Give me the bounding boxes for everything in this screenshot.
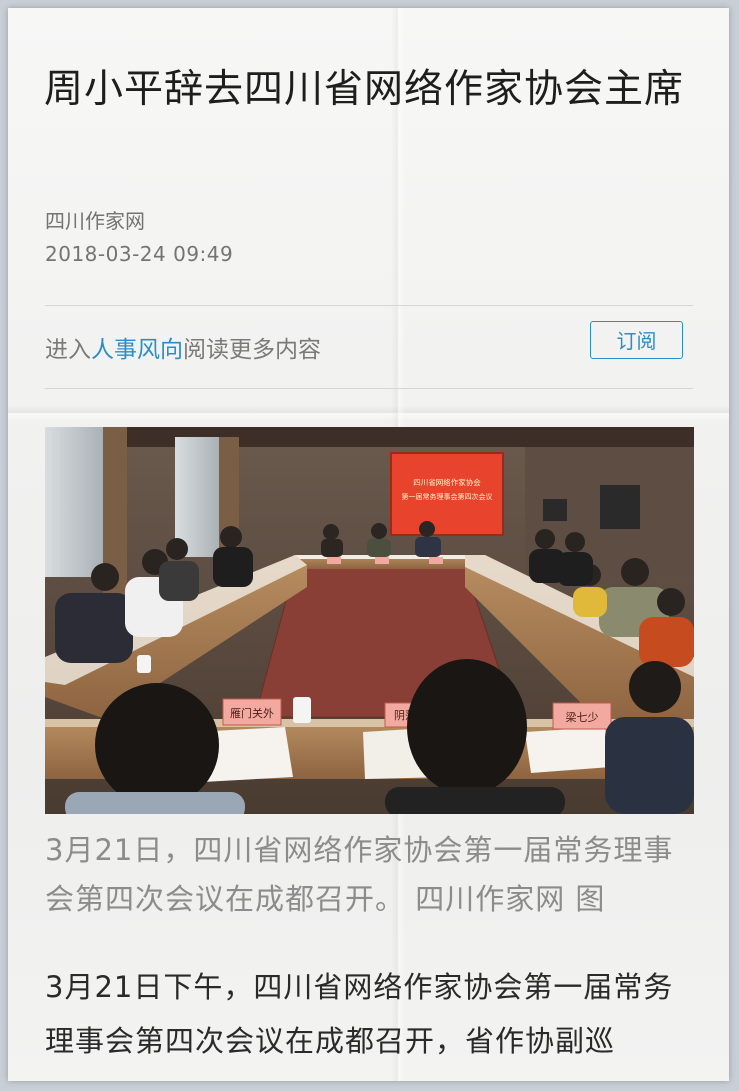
article-body: 3月21日下午，四川省网络作家协会第一届常务理事会第四次会议在成都召开，省作协副… — [45, 970, 674, 1058]
article-title: 周小平辞去四川省网络作家协会主席 — [44, 67, 685, 112]
subscribe-button[interactable]: 订阅 — [590, 321, 683, 359]
screen-title-line2: 第一届常务理事会第四次会议 — [402, 492, 493, 501]
nameplate-left: 雁门关外 — [230, 706, 274, 720]
divider — [45, 305, 693, 306]
paper-crease-horizontal — [8, 406, 729, 420]
promo-suffix: 阅读更多内容 — [183, 337, 321, 363]
nameplate-right: 梁七少 — [566, 710, 599, 724]
article-datetime: 2018-03-24 09:49 — [45, 242, 234, 266]
promo-prefix: 进入 — [45, 337, 91, 363]
channel-promo: 进入人事风向阅读更多内容 — [45, 330, 321, 364]
meeting-photo: 四川省网络作家协会 第一届常务理事会第四次会议 雁门关外 阴落 梁七少 — [45, 427, 694, 814]
photo-caption: 3月21日，四川省网络作家协会第一届常务理事会第四次会议在成都召开。 四川作家网… — [45, 833, 674, 916]
screen-title-line1: 四川省网络作家协会 — [413, 477, 481, 487]
meeting-photo-illustration: 四川省网络作家协会 第一届常务理事会第四次会议 雁门关外 阴落 梁七少 — [45, 427, 694, 814]
channel-link[interactable]: 人事风向 — [91, 337, 183, 363]
divider — [45, 388, 693, 389]
article-page: 周小平辞去四川省网络作家协会主席 四川作家网 2018-03-24 09:49 … — [8, 8, 729, 1081]
article-source[interactable]: 四川作家网 — [45, 205, 145, 234]
